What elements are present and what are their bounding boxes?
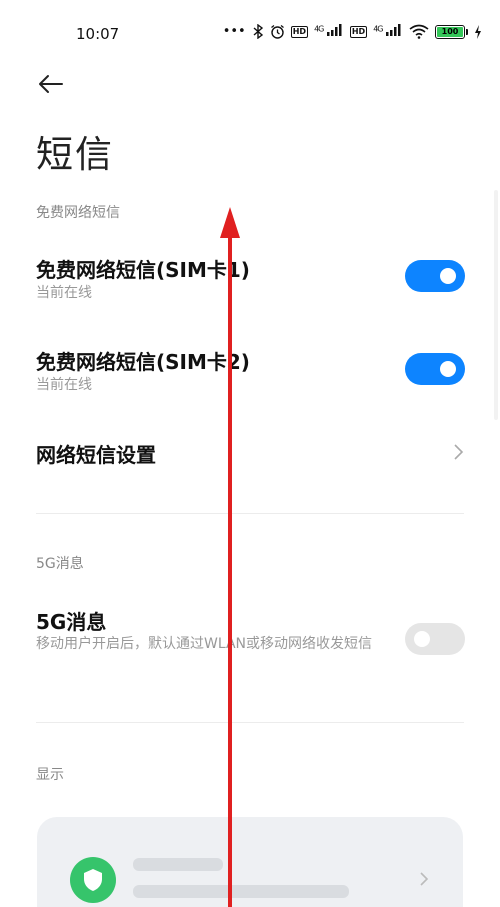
alarm-icon xyxy=(270,24,284,39)
network-type-label: 4G xyxy=(314,24,324,34)
placeholder-line xyxy=(133,858,223,871)
sim1-sms-status: 当前在线 xyxy=(36,285,92,301)
sim1-sms-row[interactable]: 免费网络短信(SIM卡1) 当前在线 xyxy=(0,248,500,312)
sim2-sms-status: 当前在线 xyxy=(36,377,92,393)
back-arrow-icon[interactable] xyxy=(36,70,66,98)
status-time: 10:07 xyxy=(76,25,120,43)
placeholder-line xyxy=(133,885,349,898)
wifi-icon xyxy=(409,24,429,39)
hd-badge: HD xyxy=(290,25,309,38)
bluetooth-icon xyxy=(253,24,263,39)
shield-icon xyxy=(84,869,102,891)
divider xyxy=(36,513,464,514)
signal-bars-icon xyxy=(326,24,342,36)
sim2-sms-row[interactable]: 免费网络短信(SIM卡2) 当前在线 xyxy=(0,340,500,404)
toggle-knob xyxy=(440,268,456,284)
signal-icon: 4G xyxy=(314,24,344,39)
scrollbar[interactable] xyxy=(494,190,498,420)
sim1-sms-title: 免费网络短信(SIM卡1) xyxy=(36,258,250,282)
network-sms-settings-label: 网络短信设置 xyxy=(36,443,156,467)
hd-badge-2: HD xyxy=(349,25,368,38)
5g-message-row[interactable]: 5G消息 移动用户开启后，默认通过WLAN或移动网络收发短信 xyxy=(0,604,500,684)
sim2-sms-toggle[interactable] xyxy=(405,353,465,385)
shield-avatar xyxy=(70,857,116,903)
signal-icon-2: 4G xyxy=(373,24,403,39)
5g-message-toggle[interactable] xyxy=(405,623,465,655)
status-icons: ••• HD 4G HD 4G 100 xyxy=(223,24,482,39)
charging-icon xyxy=(475,24,481,39)
section-header-free-sms: 免费网络短信 xyxy=(36,205,120,221)
page-title: 短信 xyxy=(36,133,114,176)
more-dots-icon: ••• xyxy=(222,24,246,39)
battery-level: 100 xyxy=(437,26,463,37)
section-header-display: 显示 xyxy=(36,767,64,783)
chevron-right-icon xyxy=(454,444,464,460)
network-type-label-2: 4G xyxy=(373,24,383,34)
divider xyxy=(36,722,464,723)
signal-bars-icon-2 xyxy=(386,24,401,36)
toggle-knob xyxy=(414,631,430,647)
sim2-sms-title: 免费网络短信(SIM卡2) xyxy=(36,350,250,374)
status-bar: 10:07 ••• HD 4G HD 4G 100 xyxy=(0,0,500,70)
battery-icon: 100 xyxy=(435,24,468,39)
section-header-5g: 5G消息 xyxy=(36,556,84,572)
network-sms-settings-row[interactable]: 网络短信设置 xyxy=(0,430,500,474)
display-preview-card[interactable] xyxy=(37,817,463,907)
chevron-right-icon xyxy=(420,872,429,886)
5g-message-title: 5G消息 xyxy=(36,610,107,634)
toggle-knob xyxy=(440,361,456,377)
5g-message-description: 移动用户开启后，默认通过WLAN或移动网络收发短信 xyxy=(36,636,373,652)
sim1-sms-toggle[interactable] xyxy=(405,260,465,292)
